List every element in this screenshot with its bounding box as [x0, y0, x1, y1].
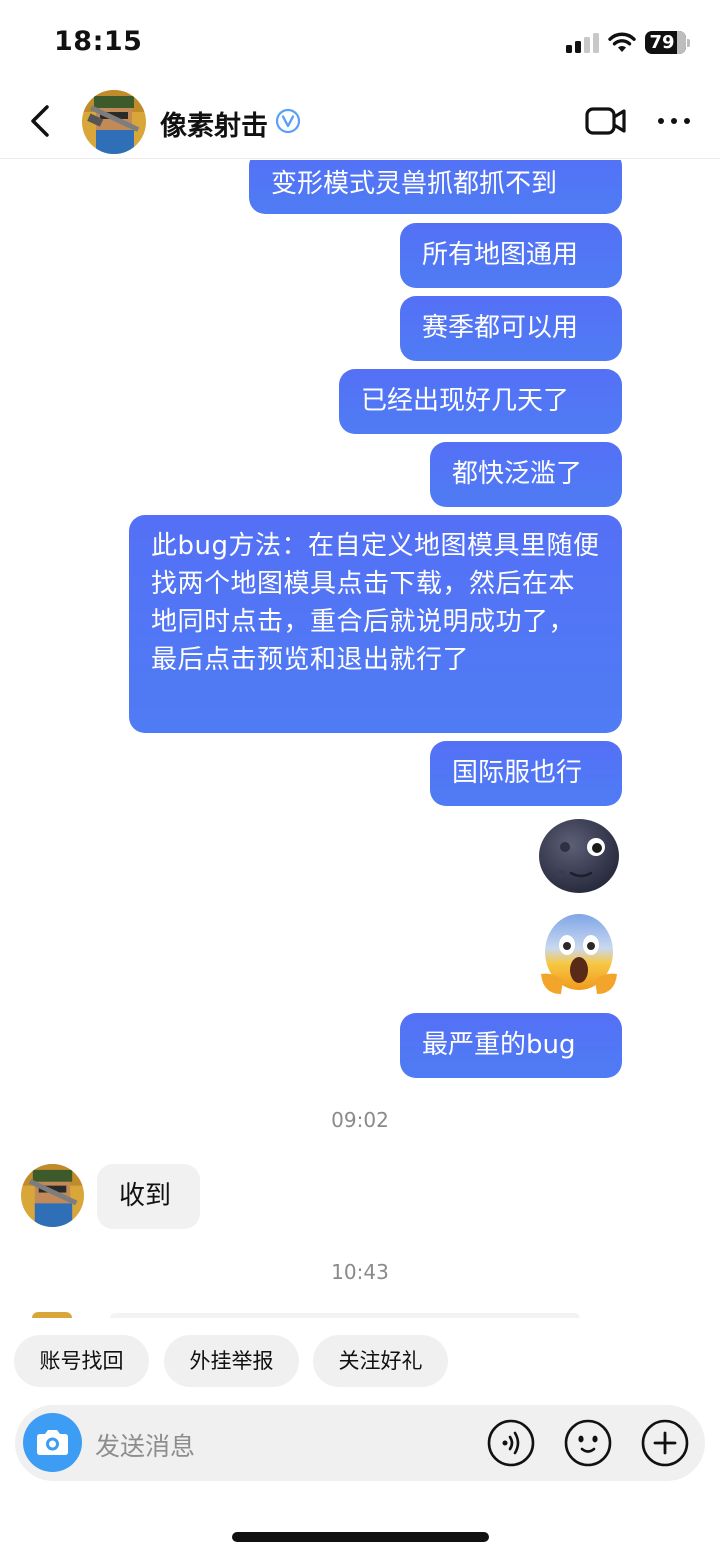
message-input[interactable]: 发送消息	[95, 1427, 195, 1463]
contact-avatar[interactable]	[21, 1164, 84, 1227]
emoji-icon[interactable]	[563, 1418, 613, 1468]
sent-message[interactable]: 都快泛滥了	[430, 442, 622, 507]
face-screaming-in-fear-emoji[interactable]	[537, 912, 621, 996]
sent-message[interactable]: 已经出现好几天了	[339, 369, 622, 434]
back-icon[interactable]	[22, 102, 60, 140]
camera-icon	[37, 1430, 68, 1455]
verified-icon	[275, 108, 301, 134]
contact-avatar[interactable]	[82, 90, 146, 154]
message-timestamp: 09:02	[331, 1108, 389, 1132]
sent-message[interactable]: 所有地图通用	[400, 223, 622, 288]
video-call-icon[interactable]	[584, 104, 628, 138]
sent-message[interactable]: 变形模式灵兽抓都抓不到	[249, 160, 622, 214]
message-timestamp: 10:43	[331, 1260, 389, 1284]
plus-icon[interactable]	[640, 1418, 690, 1468]
status-time: 18:15	[54, 26, 143, 57]
battery-level: 79	[649, 32, 675, 53]
quick-reply-account-recovery[interactable]: 账号找回	[14, 1335, 149, 1387]
quick-reply-cheat-report[interactable]: 外挂举报	[164, 1335, 299, 1387]
wifi-icon	[608, 32, 636, 52]
cellular-signal-icon	[566, 33, 600, 53]
sent-message[interactable]: 最严重的bug	[400, 1013, 622, 1078]
contact-name: 像素射击	[160, 111, 268, 142]
home-indicator[interactable]	[232, 1532, 489, 1542]
camera-button[interactable]	[23, 1413, 82, 1472]
voice-icon[interactable]	[486, 1418, 536, 1468]
sent-message[interactable]: 赛季都可以用	[400, 296, 622, 361]
received-message[interactable]: 收到	[97, 1164, 200, 1229]
sent-message[interactable]: 此bug方法：在自定义地图模具里随便找两个地图模具点击下载，然后在本地同时点击，…	[129, 515, 622, 733]
new-moon-face-emoji[interactable]	[537, 817, 621, 895]
chat-header: 像素射击	[0, 86, 720, 159]
battery-indicator: 79	[645, 31, 691, 54]
message-input-bar: 发送消息	[15, 1405, 705, 1481]
sent-message[interactable]: 国际服也行	[430, 741, 622, 806]
quick-reply-follow-gift[interactable]: 关注好礼	[313, 1335, 448, 1387]
more-icon[interactable]	[656, 112, 692, 130]
quick-replies-bar: 账号找回 外挂举报 关注好礼	[0, 1318, 720, 1402]
status-bar: 18:15 79	[0, 0, 720, 86]
